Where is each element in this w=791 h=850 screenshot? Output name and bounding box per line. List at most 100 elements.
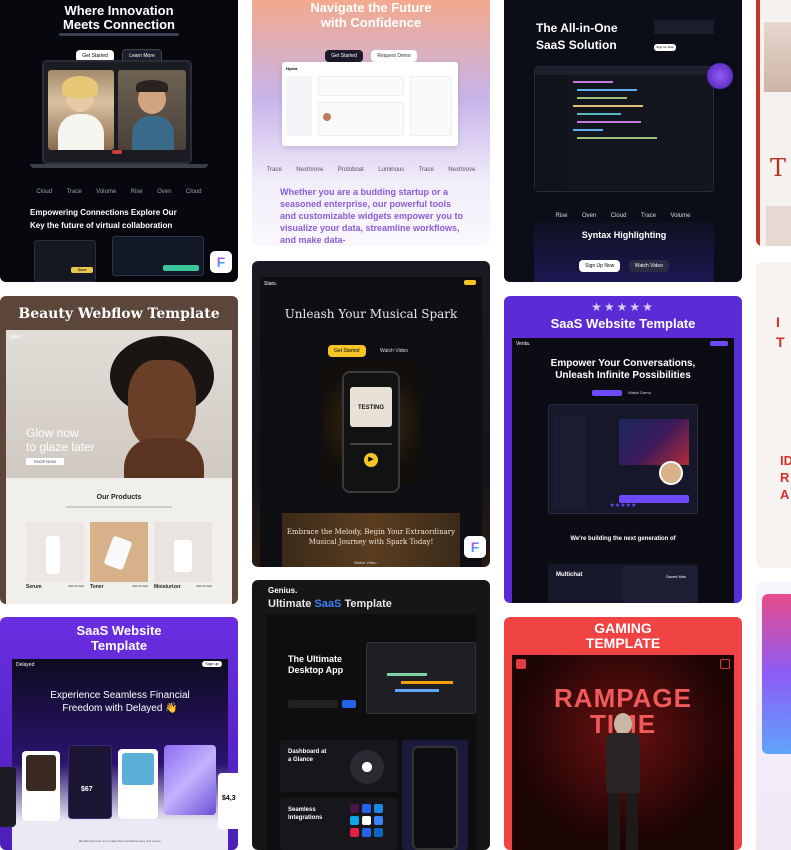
nav-button[interactable] [710,341,728,346]
beauty-template-card[interactable]: Beauty Webflow Template glaze Glow now t… [0,296,238,604]
saved-messages-label: Saved Mes [666,574,687,579]
product-item[interactable]: Moisturizer Add To Cart [154,584,212,590]
partial-letter: A [780,487,790,502]
section-headline: Empowering Connections Explore Our Key t… [30,208,177,230]
site-preview: Venta. Empower Your Conversations, Unlea… [512,338,734,603]
brand-logo: glaze [10,334,22,340]
figma-icon: F [464,536,486,558]
music-template-card[interactable]: Stars. Unleash Your Musical Spark Get St… [252,261,490,567]
feature1-line2: a Glance [288,757,314,763]
figma-icon: F [210,251,232,273]
partial-template-card-1[interactable]: T [756,0,791,246]
partial-letter: ID [780,453,791,468]
feature2-line1: Seamless [288,807,316,813]
code-saas-template-card[interactable]: The All-in-One SaaS Solution Sign Up Now… [504,0,742,282]
hero-image: glaze Glow now to glaze later SHOP NOW [6,330,232,478]
watch-video-link[interactable]: Watch Video [354,560,376,565]
user-avatar [659,461,683,485]
dashboard-template-card[interactable]: Navigate the Future with Confidence Get … [252,0,490,246]
rating-stars: ★★★★★ [591,300,655,314]
video-participant-2 [118,70,186,150]
save-mini-button[interactable]: Save [71,267,93,273]
menu-button[interactable] [464,280,476,285]
footer-line2: Musical Journey with Spark Today! [308,538,434,546]
card-title-line1: Navigate the Future [310,0,432,15]
integration-icons-grid [350,804,383,837]
shop-now-button[interactable]: SHOP NOW [26,458,64,465]
brand-logo: Delayed [16,662,35,668]
feature2-line2: Integrations [288,815,323,821]
site-preview: The Ultimate Desktop App Dashboard at a … [266,614,476,850]
hero-line1: Glow now [26,426,79,440]
product-item[interactable]: Serum Add To Cart [26,584,84,590]
gaming-template-card[interactable]: GAMING TEMPLATE RAMPAGE TIME [504,617,742,850]
card-title-line1: GAMING [594,620,652,636]
play-icon[interactable]: ▶ [364,453,378,467]
brand-logo: Hydra [286,66,298,71]
product-image[interactable] [154,522,212,582]
card-title-line2: Meets Connection [63,17,175,32]
app-title-line1: The Ultimate [288,654,343,664]
card-title-line1: Where Innovation [64,3,174,18]
review-stars: ★★★★★ [609,503,637,509]
card-title-line2: Template [90,638,148,653]
template-gallery: Where Innovation Meets Connection Get St… [0,0,791,850]
watch-video-button[interactable]: Watch Video [374,345,414,357]
card-title-line2: with Confidence [320,15,422,30]
site-preview: Stars. Unleash Your Musical Spark Get St… [260,277,482,567]
game-character [598,713,648,850]
video-participant-1 [48,70,114,150]
watch-video-button[interactable]: Watch Video [628,260,669,272]
chat-saas-template-card[interactable]: ★★★★★ SaaS Website Template Venta. Empow… [504,296,742,603]
card-title: SaaS Website Template [550,316,696,331]
get-started-button[interactable] [592,390,622,396]
signup-now-button[interactable]: Sign Up Now [579,260,621,272]
signup-button[interactable]: Sign Up Now [654,44,676,51]
product-image[interactable] [90,522,148,582]
footer-line1: Embrace the Melody, Begin Your Extraordi… [286,528,456,536]
partial-template-card-2[interactable]: I T ID R A [756,262,791,568]
video-call-template-card[interactable]: Where Innovation Meets Connection Get St… [0,0,238,282]
end-call-icon[interactable] [112,150,122,154]
widget-panel-left: Save [34,240,96,282]
get-started-button[interactable]: Get Started [327,345,366,357]
balance-amount: $67 [81,786,93,793]
request-demo-button[interactable]: Request Demo [371,50,417,62]
desktop-app-template-card[interactable]: Genius. Ultimate SaaS Template The Ultim… [252,580,490,850]
card-title-line2: TEMPLATE [585,635,661,651]
album-title: TESTING [357,405,384,411]
widget-panel-right [112,236,204,276]
site-preview: Delayed Sign up Experience Seamless Fina… [12,659,228,850]
section-title: Syntax Highlighting [581,230,667,240]
partial-template-card-3[interactable] [756,582,791,850]
product-image[interactable] [26,522,84,582]
hero-line1: RAMPAGE [554,683,692,713]
code-editor [534,63,733,192]
hero-title-line2: SaaS Solution [536,38,617,52]
card-title: Beauty Webflow Template [18,306,220,322]
app-logo-icon [707,63,733,89]
phone-mockup [412,746,458,850]
watch-demo-button[interactable]: Watch Demo [628,390,651,395]
laptop-mockup [42,60,192,164]
hero-title-line1: The All-in-One [536,21,618,35]
signup-button[interactable]: Sign up [202,661,222,667]
partner-logos: Cloud Trace Volume Rise Oven Cloud [36,189,202,195]
product-item[interactable]: Toner Add To Cart [90,584,148,590]
menu-icon[interactable] [720,659,730,669]
hero-line2: to glaze later [26,440,95,454]
partner-logos: Rise Oven Cloud Trace Volume [555,213,691,219]
card-title: Ultimate SaaS Template [268,598,392,610]
fintech-saas-template-card[interactable]: SaaS Website Template Delayed Sign up Ex… [0,617,238,850]
feature1-line1: Dashboard at [288,749,327,755]
partial-letter: I [776,314,780,330]
integration-hub-icon [350,750,384,784]
dashboard-preview: Hydra [282,62,458,146]
tagline: Whether you are a budding startup or a s… [280,187,464,245]
submit-button[interactable] [342,700,356,708]
phone-mockup: TESTING ▶ [342,371,400,493]
app-screenshot [366,642,476,714]
brand-logo: Venta. [516,341,531,347]
get-started-button[interactable]: Get Started [325,50,363,62]
balance-amount-2: $4,3 [218,773,238,829]
